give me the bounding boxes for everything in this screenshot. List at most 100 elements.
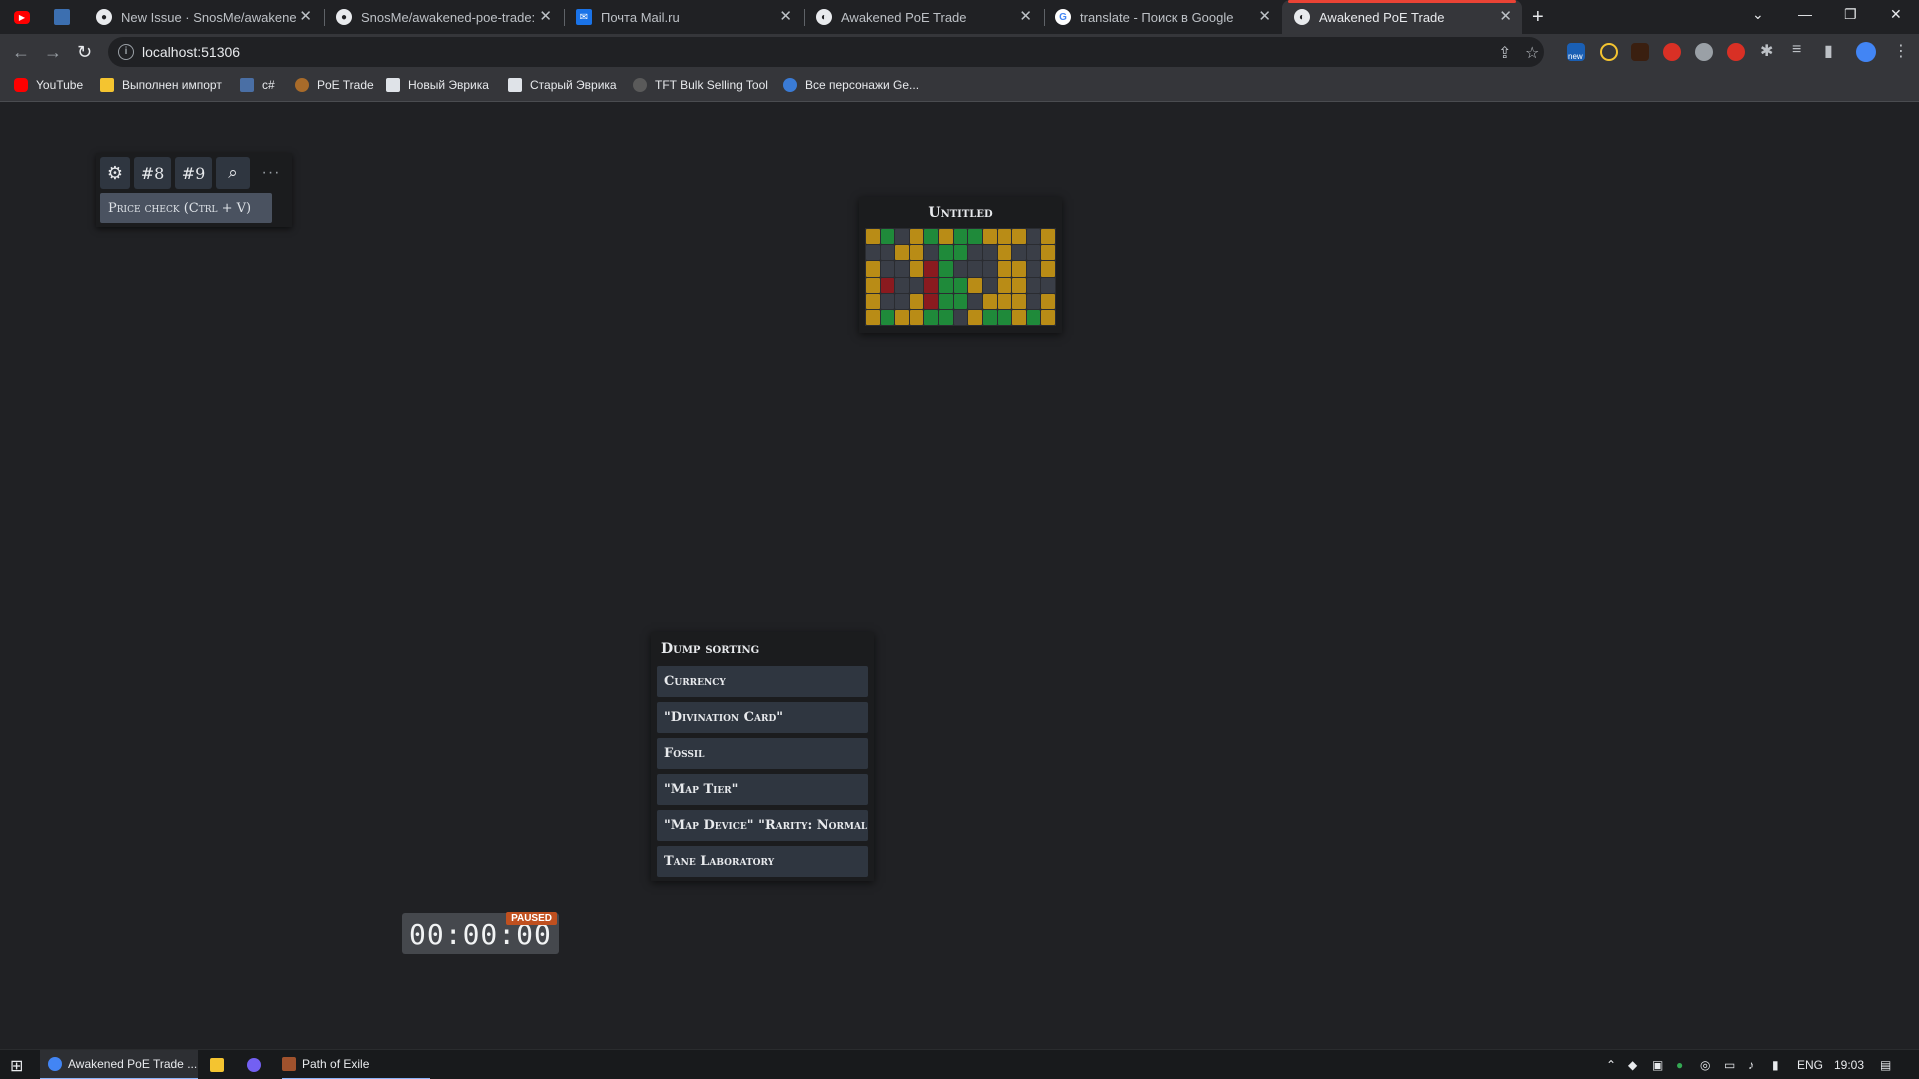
tab-translate[interactable]: G translate - Поиск в Google ✕ <box>1055 0 1281 34</box>
close-icon[interactable]: ✕ <box>1499 9 1512 25</box>
bookmark-tft[interactable]: TFT Bulk Selling Tool <box>633 78 768 92</box>
stash-cell[interactable] <box>1026 261 1041 277</box>
stash-cell[interactable] <box>909 229 924 245</box>
tray-mic-icon[interactable]: ▮ <box>1772 1058 1779 1072</box>
stash-widget[interactable]: Untitled <box>859 197 1062 333</box>
stash-cell[interactable] <box>895 261 909 277</box>
share-icon[interactable]: ⇪ <box>1498 43 1511 63</box>
stash-cell[interactable] <box>982 293 997 309</box>
menu-icon[interactable]: ⋮ <box>1893 41 1909 61</box>
stash-cell[interactable] <box>953 293 968 309</box>
dump-item-map-device[interactable]: "Map Device" "Rarity: Normal" <box>657 810 868 841</box>
clock[interactable]: 19:03 <box>1834 1058 1864 1072</box>
stash-cell[interactable] <box>1012 245 1026 261</box>
taskbar-path-of-exile[interactable]: Path of Exile <box>282 1050 430 1079</box>
stash-cell[interactable] <box>953 261 968 277</box>
stash-cell[interactable] <box>939 245 953 261</box>
stash-cell[interactable] <box>982 277 997 293</box>
stash-cell[interactable] <box>939 261 953 277</box>
stash-cell[interactable] <box>953 229 968 245</box>
dump-item-tane-laboratory[interactable]: Tane Laboratory <box>657 846 868 877</box>
stash-cell[interactable] <box>1041 293 1055 309</box>
stash-cell[interactable] <box>866 309 880 325</box>
stash-cell[interactable] <box>880 261 895 277</box>
taskbar-viber[interactable] <box>247 1050 267 1079</box>
stash-cell[interactable] <box>1012 277 1026 293</box>
stash-cell[interactable] <box>909 277 924 293</box>
tab-search-icon[interactable]: ⌄ <box>1752 6 1764 23</box>
stash-cell[interactable] <box>982 229 997 245</box>
tab-new-issue[interactable]: ● New Issue · SnosMe/awakened-p ✕ <box>96 0 322 34</box>
tray-app-icon[interactable]: ◆ <box>1628 1058 1637 1072</box>
reload-icon[interactable]: ↻ <box>77 42 92 62</box>
stash-cell[interactable] <box>866 277 880 293</box>
more-button[interactable]: ··· <box>256 157 286 189</box>
tab-app[interactable] <box>54 0 82 34</box>
bookmark-old-evrika[interactable]: Старый Эврика <box>508 78 617 92</box>
tray-network-icon[interactable]: ▭ <box>1724 1058 1735 1072</box>
stash-cell[interactable] <box>924 277 939 293</box>
close-icon[interactable]: ✕ <box>299 9 312 25</box>
stash-cell[interactable] <box>1041 277 1055 293</box>
minimize-icon[interactable]: — <box>1798 6 1812 22</box>
new-tab-button[interactable]: + <box>1532 0 1556 34</box>
dump-item-fossil[interactable]: Fossil <box>657 738 868 769</box>
timer-widget[interactable]: 00:00:00 PAUSED <box>402 912 559 954</box>
stash-cell[interactable] <box>997 293 1012 309</box>
windows-start-icon[interactable]: ⊞ <box>10 1056 23 1076</box>
stash-cell[interactable] <box>997 245 1012 261</box>
stash-cell[interactable] <box>968 245 982 261</box>
tab-awakened-1[interactable]: ◐ Awakened PoE Trade ✕ <box>816 0 1042 34</box>
stash-cell[interactable] <box>939 277 953 293</box>
stash-grid[interactable] <box>865 228 1056 326</box>
stash-cell[interactable] <box>953 277 968 293</box>
settings-button[interactable]: ⚙ <box>100 157 130 189</box>
stash-cell[interactable] <box>880 245 895 261</box>
stash-cell[interactable] <box>982 245 997 261</box>
stash-cell[interactable] <box>1041 309 1055 325</box>
tray-display-icon[interactable]: ▣ <box>1652 1058 1663 1072</box>
extension-ghost-icon[interactable] <box>1695 43 1713 61</box>
sidebar-icon[interactable]: ▮ <box>1824 41 1833 61</box>
stash-cell[interactable] <box>982 309 997 325</box>
stash-cell[interactable] <box>1012 261 1026 277</box>
stash-cell[interactable] <box>909 309 924 325</box>
stash-cell[interactable] <box>1026 245 1041 261</box>
stash-cell[interactable] <box>924 293 939 309</box>
stash-cell[interactable] <box>866 245 880 261</box>
profile-avatar[interactable] <box>1856 42 1876 62</box>
taskbar-chrome[interactable]: Awakened PoE Trade ... <box>40 1050 198 1079</box>
extension-arrow-icon[interactable] <box>1631 43 1649 61</box>
dump-item-divination-card[interactable]: "Divination Card" <box>657 702 868 733</box>
stash-cell[interactable] <box>880 309 895 325</box>
stash-cell[interactable] <box>997 277 1012 293</box>
stash-cell[interactable] <box>1041 245 1055 261</box>
stash-cell[interactable] <box>1041 229 1055 245</box>
stash-cell[interactable] <box>968 309 982 325</box>
bookmark-characters[interactable]: Все персонажи Ge... <box>783 78 919 92</box>
stash-cell[interactable] <box>1012 229 1026 245</box>
stash-cell[interactable] <box>997 229 1012 245</box>
stash-cell[interactable] <box>968 261 982 277</box>
stash-cell[interactable] <box>895 245 909 261</box>
queue-icon[interactable]: ≡ <box>1792 41 1801 59</box>
stash-cell[interactable] <box>939 309 953 325</box>
stash-cell[interactable] <box>909 261 924 277</box>
restore-icon[interactable]: ❐ <box>1844 6 1857 23</box>
bookmark-new-evrika[interactable]: Новый Эврика <box>386 78 489 92</box>
stash-cell[interactable] <box>880 277 895 293</box>
stash-cell[interactable] <box>1041 261 1055 277</box>
stash-cell[interactable] <box>895 293 909 309</box>
stash-cell[interactable] <box>953 245 968 261</box>
price-check-button[interactable]: Price check (Ctrl + V) <box>100 193 272 223</box>
stash-cell[interactable] <box>968 229 982 245</box>
stash-cell[interactable] <box>997 261 1012 277</box>
taskbar-explorer[interactable] <box>210 1050 230 1079</box>
stash-cell[interactable] <box>1012 309 1026 325</box>
extension-new-icon[interactable]: new <box>1567 43 1585 61</box>
stash-8-button[interactable]: #8 <box>134 157 171 189</box>
stash-cell[interactable] <box>895 277 909 293</box>
tab-awakened-active[interactable]: ◐ Awakened PoE Trade ✕ <box>1282 0 1522 34</box>
stash-cell[interactable] <box>953 309 968 325</box>
tray-nvidia-icon[interactable]: ● <box>1676 1058 1683 1072</box>
